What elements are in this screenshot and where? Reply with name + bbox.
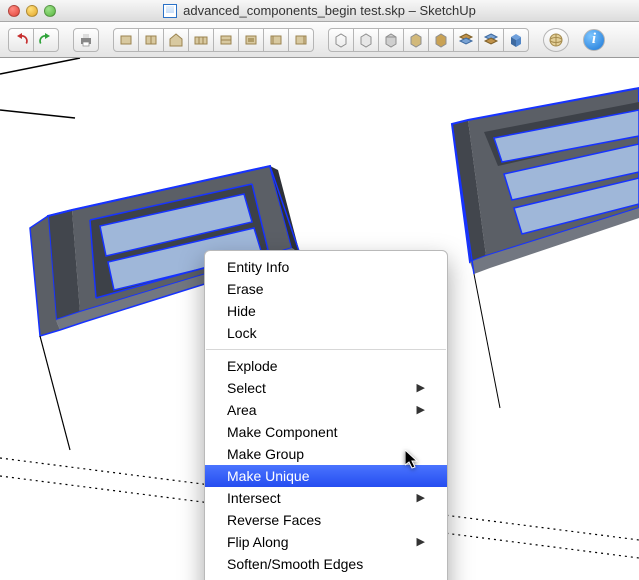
menu-label: Make Group: [227, 445, 304, 463]
title-center: advanced_components_begin test.skp – Ske…: [0, 3, 639, 18]
info-button[interactable]: i: [583, 29, 605, 51]
menu-label: Soften/Smooth Edges: [227, 555, 363, 573]
menu-item-reverse-faces[interactable]: Reverse Faces: [205, 509, 447, 531]
print-icon: [78, 32, 94, 48]
minimize-window-button[interactable]: [26, 5, 38, 17]
toolbar: i: [0, 22, 639, 58]
menu-label: Erase: [227, 280, 264, 298]
menu-item-explode[interactable]: Explode: [205, 355, 447, 377]
menu-item-flip-along[interactable]: Flip Along ▶: [205, 531, 447, 553]
menu-item-lock[interactable]: Lock: [205, 322, 447, 344]
context-menu: Entity Info Erase Hide Lock Explode Sele…: [204, 250, 448, 580]
menu-label: Reverse Faces: [227, 511, 321, 529]
style-btn-2[interactable]: [353, 28, 379, 52]
globe-button[interactable]: [543, 28, 569, 52]
menu-label: Select: [227, 379, 266, 397]
menu-item-select[interactable]: Select ▶: [205, 377, 447, 399]
menu-item-intersect[interactable]: Intersect ▶: [205, 487, 447, 509]
cube-color-icon: [508, 32, 524, 48]
style-btn-4[interactable]: [403, 28, 429, 52]
window-title: advanced_components_begin test.skp – Ske…: [183, 3, 476, 18]
menu-item-make-component[interactable]: Make Component: [205, 421, 447, 443]
menu-item-make-unique[interactable]: Make Unique: [205, 465, 447, 487]
globe-icon: [548, 32, 564, 48]
submenu-arrow-icon: ▶: [417, 379, 425, 397]
menu-label: Lock: [227, 324, 257, 342]
undo-button[interactable]: [8, 28, 34, 52]
toolbar-group-history: [8, 28, 59, 52]
titlebar: advanced_components_begin test.skp – Ske…: [0, 0, 639, 22]
menu-label: Flip Along: [227, 533, 288, 551]
view-btn-5[interactable]: [213, 28, 239, 52]
cube-icon: [433, 32, 449, 48]
view-btn-8[interactable]: [288, 28, 314, 52]
menu-item-hide[interactable]: Hide: [205, 300, 447, 322]
view-btn-7[interactable]: [263, 28, 289, 52]
layers-icon: [458, 32, 474, 48]
close-window-button[interactable]: [8, 5, 20, 17]
menu-label: Make Unique: [227, 467, 310, 485]
view-btn-6[interactable]: [238, 28, 264, 52]
app-window: advanced_components_begin test.skp – Ske…: [0, 0, 639, 580]
view-icon: [268, 32, 284, 48]
menu-label: Entity Info: [227, 258, 289, 276]
redo-button[interactable]: [33, 28, 59, 52]
style-btn-6[interactable]: [453, 28, 479, 52]
viewport-3d[interactable]: Entity Info Erase Hide Lock Explode Sele…: [0, 58, 639, 580]
cube-icon: [383, 32, 399, 48]
house-icon: [168, 32, 184, 48]
traffic-lights: [0, 5, 56, 17]
view-btn-2[interactable]: [138, 28, 164, 52]
info-icon: i: [586, 32, 602, 48]
view-icon: [118, 32, 134, 48]
style-btn-3[interactable]: [378, 28, 404, 52]
cube-icon: [333, 32, 349, 48]
menu-label: Area: [227, 401, 257, 419]
menu-item-soften-smooth[interactable]: Soften/Smooth Edges: [205, 553, 447, 575]
menu-label: Make Component: [227, 423, 338, 441]
view-icon: [218, 32, 234, 48]
style-btn-1[interactable]: [328, 28, 354, 52]
menu-item-make-group[interactable]: Make Group: [205, 443, 447, 465]
cube-icon: [358, 32, 374, 48]
view-btn-4[interactable]: [188, 28, 214, 52]
print-button[interactable]: [73, 28, 99, 52]
view-btn-1[interactable]: [113, 28, 139, 52]
menu-label: Explode: [227, 357, 278, 375]
cube-icon: [408, 32, 424, 48]
menu-item-erase[interactable]: Erase: [205, 278, 447, 300]
style-btn-5[interactable]: [428, 28, 454, 52]
toolbar-group-views: [113, 28, 314, 52]
view-icon: [193, 32, 209, 48]
menu-item-area[interactable]: Area ▶: [205, 399, 447, 421]
submenu-arrow-icon: ▶: [417, 533, 425, 551]
document-icon: [163, 4, 177, 18]
submenu-arrow-icon: ▶: [417, 489, 425, 507]
style-btn-7[interactable]: [478, 28, 504, 52]
view-icon: [143, 32, 159, 48]
style-btn-8[interactable]: [503, 28, 529, 52]
zoom-window-button[interactable]: [44, 5, 56, 17]
view-icon: [243, 32, 259, 48]
menu-item-zoom-extents[interactable]: Zoom Extents: [205, 575, 447, 580]
stack-icon: [483, 32, 499, 48]
menu-separator: [206, 349, 446, 350]
menu-label: Intersect: [227, 489, 281, 507]
view-icon: [293, 32, 309, 48]
undo-icon: [13, 32, 29, 48]
redo-icon: [38, 32, 54, 48]
submenu-arrow-icon: ▶: [417, 401, 425, 419]
menu-label: Hide: [227, 302, 256, 320]
toolbar-group-styles: [328, 28, 529, 52]
menu-item-entity-info[interactable]: Entity Info: [205, 256, 447, 278]
view-btn-3[interactable]: [163, 28, 189, 52]
